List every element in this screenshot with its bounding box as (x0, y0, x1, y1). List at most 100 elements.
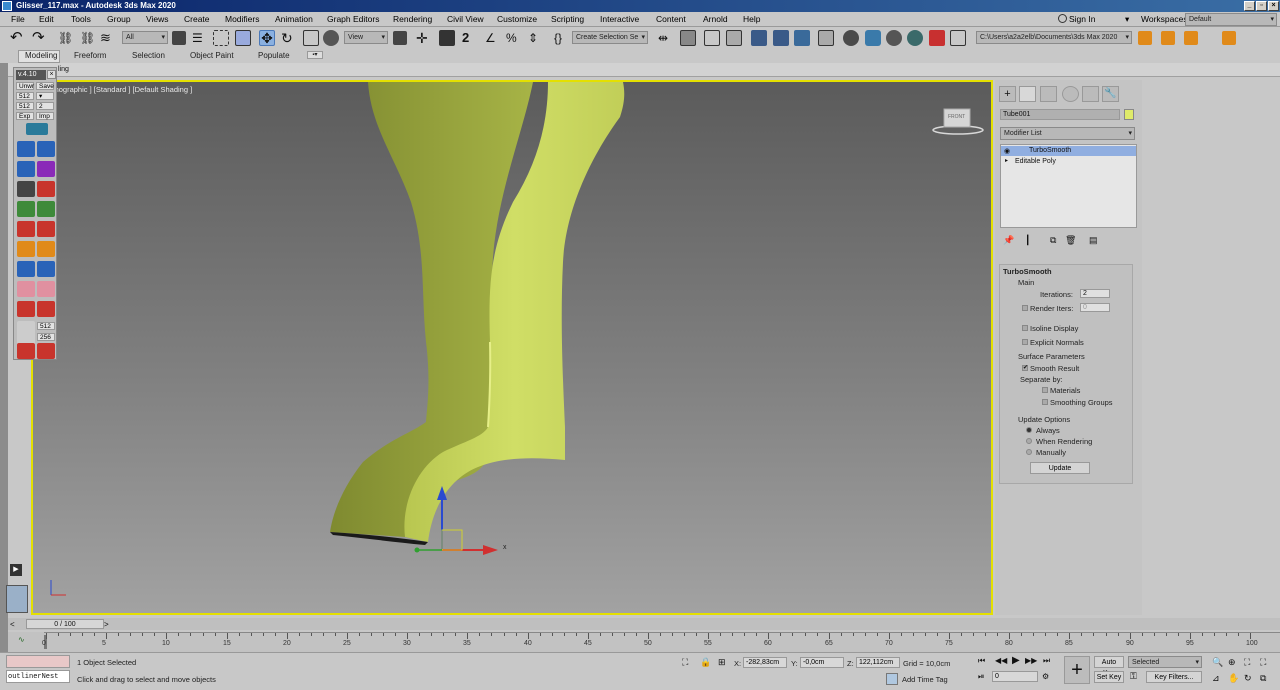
texture-size-field[interactable]: 512 (16, 102, 34, 110)
panel-close-icon[interactable]: × (47, 70, 56, 79)
relax-icon[interactable] (37, 141, 55, 157)
create-tab-icon[interactable]: + (999, 86, 1016, 102)
tab-selection[interactable]: Selection (132, 51, 165, 60)
when-rendering-radio[interactable] (1026, 438, 1032, 444)
uv-layout-icon[interactable] (26, 123, 48, 135)
project-settings-icon[interactable] (1222, 31, 1236, 45)
orbit-icon[interactable]: ↻ (1244, 673, 1252, 684)
stack-item-editable-poly[interactable]: Editable Poly (1015, 158, 1056, 165)
explicit-normals-checkbox[interactable] (1022, 339, 1028, 345)
activeshade-icon[interactable] (907, 30, 923, 46)
chevron-down-icon[interactable]: ▾ (36, 92, 54, 100)
maxscript-listener-input[interactable]: outlinerNest (6, 670, 70, 683)
set-key-button[interactable]: Set Key (1094, 671, 1124, 683)
uv-3d-icon[interactable] (37, 161, 55, 177)
object-name-field[interactable]: Tube001 (1000, 109, 1120, 120)
time-slider[interactable]: < 0 / 100 > (8, 618, 1280, 630)
maxscript-mini-icon[interactable] (6, 585, 28, 613)
snaps-toggle-icon[interactable]: 2 (462, 30, 478, 46)
pack-icon[interactable] (17, 281, 35, 297)
time-next-button[interactable]: > (104, 620, 109, 629)
update-button[interactable]: Update (1030, 462, 1090, 474)
mirror-uv-icon[interactable] (17, 261, 35, 277)
menu-rendering[interactable]: Rendering (393, 14, 432, 24)
menu-modifiers[interactable]: Modifiers (225, 14, 259, 24)
angle-snap-icon[interactable]: ∠ (485, 30, 501, 46)
render-iters-checkbox[interactable] (1022, 305, 1028, 311)
modifier-list-dropdown[interactable]: Modifier List (1000, 127, 1135, 140)
select-by-name-icon[interactable]: ☰ (192, 30, 208, 46)
isoline-display-checkbox[interactable] (1022, 325, 1028, 331)
texel-icon[interactable] (37, 343, 55, 359)
set-project-icon[interactable] (1161, 31, 1175, 45)
menu-group[interactable]: Group (107, 14, 131, 24)
texture-size-field[interactable]: 512 (16, 92, 34, 100)
project-folder-icon[interactable] (1138, 31, 1152, 45)
y-coordinate-field[interactable]: -0,0cm (800, 657, 844, 668)
stretch-icon[interactable] (37, 261, 55, 277)
per-pixel-field[interactable]: 256 (37, 333, 55, 341)
menu-create[interactable]: Create (184, 14, 210, 24)
viewcube[interactable] (932, 108, 984, 135)
menu-help[interactable]: Help (743, 14, 760, 24)
link-icon[interactable]: ⛓ (58, 30, 74, 46)
configure-sets-icon[interactable]: ▤ (1089, 235, 1098, 246)
go-to-start-icon[interactable]: ⏮ (978, 656, 985, 666)
next-frame-icon[interactable]: ▶▶ (1025, 656, 1037, 665)
project-folder-dropdown[interactable]: C:\Users\a2a2elb\Documents\3ds Max 2020 (976, 31, 1132, 44)
current-frame-field[interactable]: 0 (992, 671, 1038, 682)
make-unique-icon[interactable]: ⧉ (1050, 235, 1056, 246)
remove-modifier-icon[interactable]: 🗑 (1065, 235, 1076, 246)
menu-edit[interactable]: Edit (39, 14, 54, 24)
field-of-view-icon[interactable]: ⊿ (1212, 673, 1220, 684)
manually-radio[interactable] (1026, 449, 1032, 455)
display-tab-icon[interactable] (1082, 86, 1099, 102)
open-render-gallery-icon[interactable] (950, 30, 966, 46)
select-scale-icon[interactable] (303, 30, 319, 46)
tab-object-paint[interactable]: Object Paint (190, 51, 234, 60)
percent-snap-icon[interactable]: % (506, 30, 522, 46)
menu-scripting[interactable]: Scripting (551, 14, 584, 24)
layout-icon[interactable] (37, 281, 55, 297)
utilities-tab-icon[interactable]: 🔧 (1102, 86, 1119, 102)
trackbar[interactable]: ∿ 0 5 10 15 20 25 30 35 40 45 50 55 60 65 70 75 80 85 90 95… (8, 632, 1280, 652)
modify-tab-icon[interactable] (1019, 86, 1036, 102)
zoom-icon[interactable]: 🔍 (1212, 657, 1223, 668)
time-slider-thumb[interactable]: 0 / 100 (26, 619, 104, 629)
crop-icon[interactable] (37, 301, 55, 317)
curve-editor-icon[interactable] (751, 30, 767, 46)
star-icon[interactable] (37, 241, 55, 257)
rect-icon[interactable] (17, 241, 35, 257)
undo-icon[interactable]: ↶ (10, 30, 26, 46)
key-mode-icon[interactable]: ⏯ (978, 672, 984, 682)
unlink-icon[interactable]: ⛓ (80, 30, 96, 46)
create-project-icon[interactable] (1184, 31, 1198, 45)
material-editor-icon[interactable] (794, 30, 810, 46)
pan-icon[interactable]: ✋ (1228, 673, 1239, 684)
rollout-title[interactable]: TurboSmooth (1003, 267, 1052, 276)
previous-frame-icon[interactable]: ◀◀ (995, 656, 1007, 665)
time-config-icon[interactable]: ⚙ (1042, 672, 1049, 681)
pin-stack-icon[interactable]: 📌 (1003, 235, 1014, 246)
add-time-tag[interactable]: Add Time Tag (902, 675, 948, 684)
schematic-view-icon[interactable] (773, 30, 789, 46)
render-production-icon[interactable] (865, 30, 881, 46)
stitch-icon[interactable] (37, 201, 55, 217)
maxscript-listener-pink[interactable] (6, 655, 70, 668)
quick-peel-icon[interactable] (37, 221, 55, 237)
menu-interactive[interactable]: Interactive (600, 14, 639, 24)
materials-checkbox[interactable] (1042, 387, 1048, 393)
align-icon[interactable] (680, 30, 696, 46)
play-animation-icon[interactable]: ▶ (1012, 655, 1020, 666)
zoom-extents-icon[interactable]: ⛶ (1244, 657, 1250, 668)
selection-filter-dropdown[interactable]: All (122, 31, 168, 44)
render-iters-spinner[interactable]: 0 (1080, 303, 1110, 312)
lock-icon[interactable]: 🔒 (700, 657, 711, 668)
relax-uv-icon[interactable] (17, 221, 35, 237)
select-object-icon[interactable] (172, 31, 186, 45)
ribbon-subtab[interactable]: ling (58, 66, 69, 73)
menu-animation[interactable]: Animation (275, 14, 313, 24)
curve-icon[interactable]: ∿ (18, 635, 25, 644)
menu-file[interactable]: File (11, 14, 25, 24)
select-move-icon[interactable]: ✥ (259, 30, 275, 46)
